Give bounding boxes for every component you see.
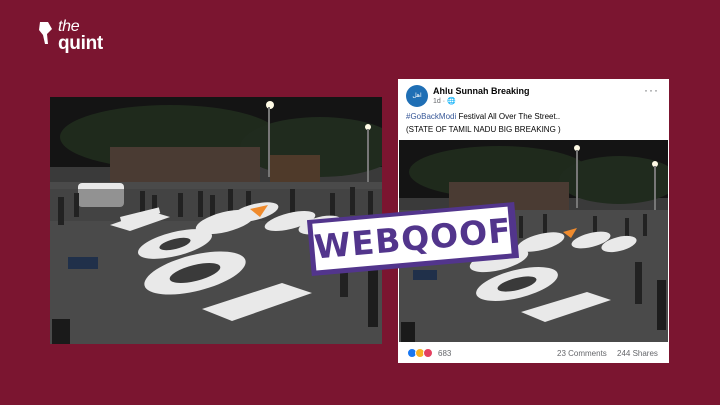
globe-icon: 🌐 xyxy=(447,98,456,105)
reactions-summary[interactable]: 683 xyxy=(407,348,451,358)
post-timestamp[interactable]: 1d · 🌐 xyxy=(433,97,456,105)
page-avatar[interactable]: اهل السنة xyxy=(406,85,428,121)
post-header: اهل السنة Ahlu Sunnah Breaking 1d · 🌐 ··… xyxy=(398,79,669,137)
love-reaction-icon xyxy=(423,348,433,358)
more-options-icon[interactable]: ··· xyxy=(644,83,659,97)
brand-line-2: quint xyxy=(58,33,103,54)
post-text-rest: Festival All Over The Street.. xyxy=(456,112,561,121)
brand-text: the quint xyxy=(58,18,103,54)
post-footer: 683 23 Comments 244 Shares xyxy=(398,345,669,363)
reaction-count: 683 xyxy=(438,348,452,358)
shares-count-link[interactable]: 244 Shares xyxy=(617,349,658,358)
post-text-line-2: (STATE OF TAMIL NADU BIG BREAKING ) xyxy=(406,125,561,134)
the-quint-logo: the quint xyxy=(38,18,103,54)
post-time-text: 1d · xyxy=(433,98,448,105)
page-name-link[interactable]: Ahlu Sunnah Breaking xyxy=(433,86,530,96)
comments-count-link[interactable]: 23 Comments xyxy=(557,349,607,358)
hashtag-link[interactable]: #GoBackModi xyxy=(406,112,456,121)
post-text-line-1: #GoBackModi Festival All Over The Street… xyxy=(406,112,560,121)
quint-mark-icon xyxy=(39,22,52,44)
